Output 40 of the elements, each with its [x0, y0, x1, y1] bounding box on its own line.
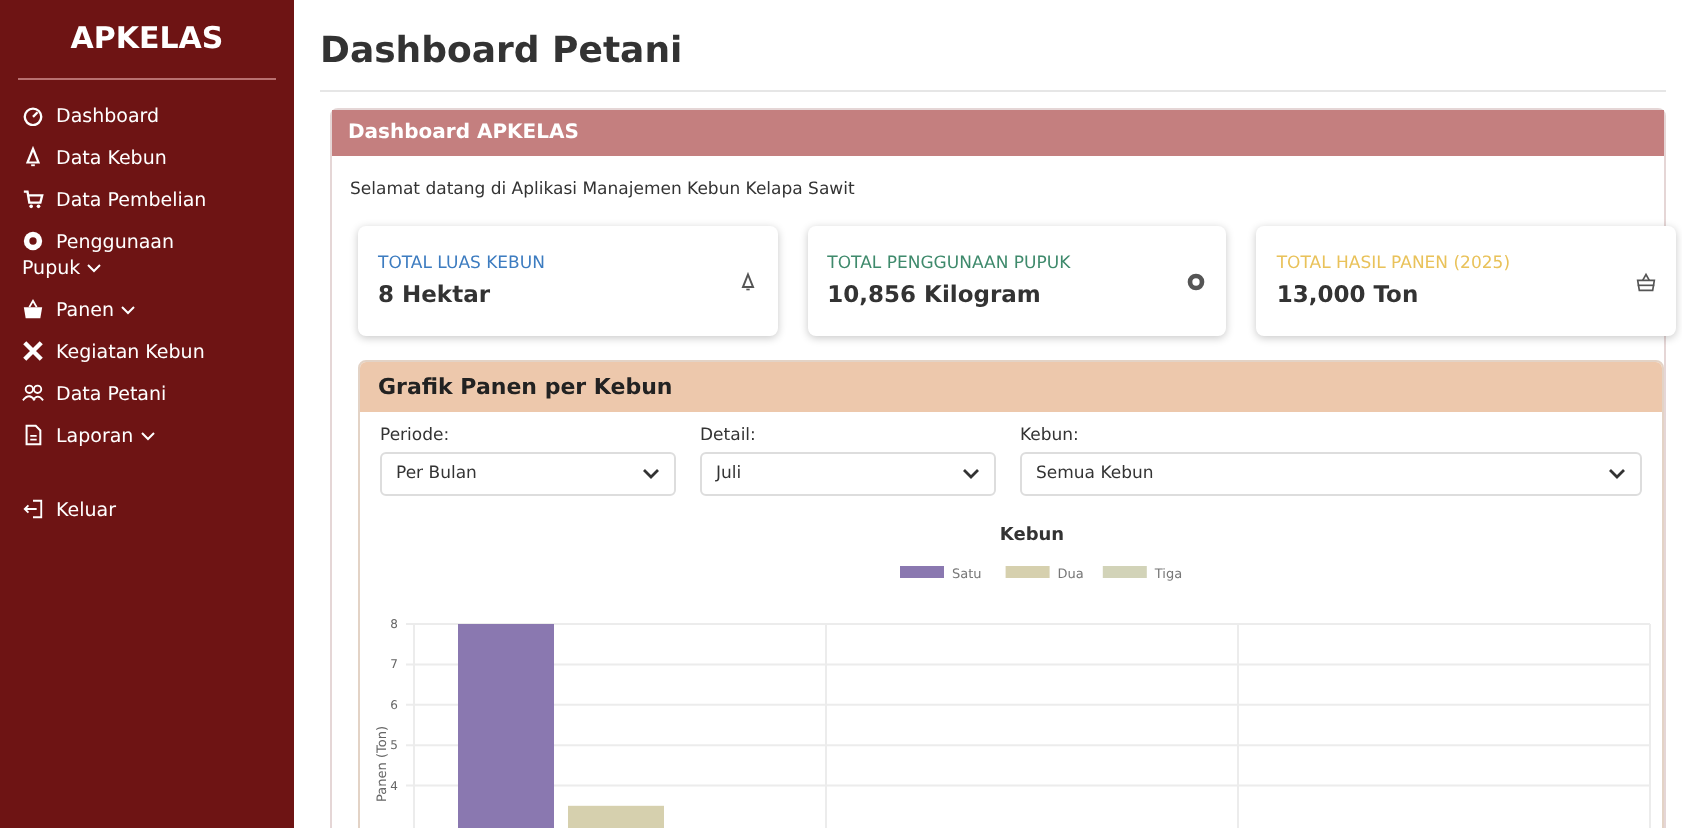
chevron-down-icon: [642, 468, 660, 480]
stat-label: TOTAL PENGGUNAAN PUPUK: [827, 254, 1073, 274]
stat-label: TOTAL HASIL PANEN (2025): [1276, 254, 1513, 274]
logout-link[interactable]: Keluar: [22, 500, 116, 522]
nav-link[interactable]: Dashboard: [22, 106, 160, 128]
stat-value: 10,856 Kilogram: [827, 280, 1043, 308]
nav-link[interactable]: Laporan: [22, 426, 156, 448]
brand-title: APKELAS: [18, 0, 276, 80]
cross-icon: [22, 340, 44, 362]
nav-link[interactable]: Data Pembelian: [22, 190, 207, 212]
target-icon: [1186, 271, 1207, 291]
people-icon: [22, 382, 44, 404]
chart-title: Kebun: [999, 526, 1065, 546]
target-icon: [22, 230, 44, 252]
basket-icon: [22, 298, 44, 320]
panel-header: Grafik Panen per Kebun: [360, 362, 1662, 412]
page-title: Dashboard Petani: [320, 0, 1666, 92]
nav-link[interactable]: Kegiatan Kebun: [22, 342, 205, 364]
chevron-down-icon: [962, 468, 980, 480]
field-label: Detail:: [700, 426, 758, 446]
panel-header: Dashboard APKELAS: [332, 110, 1664, 156]
basket-icon: [1636, 271, 1657, 291]
nav-link[interactable]: Data Petani: [22, 384, 167, 406]
field-label: Kebun:: [1020, 426, 1081, 446]
field-label: Periode:: [380, 426, 452, 446]
stat-label: TOTAL LUAS KEBUN: [378, 254, 547, 274]
nav-link[interactable]: Panen: [22, 300, 137, 322]
select-field[interactable]: Semua Kebun: [1020, 452, 1642, 496]
exit-icon: [22, 498, 44, 520]
nav-link[interactable]: Penggunaan Pupuk: [22, 230, 202, 282]
nav-link[interactable]: Data Kebun: [22, 148, 167, 170]
select-field[interactable]: Juli: [700, 452, 996, 496]
document-icon: [22, 424, 44, 446]
select-field[interactable]: Per Bulan: [380, 452, 676, 496]
stat-value: 8 Hektar: [378, 280, 493, 308]
stat-value: 13,000 Ton: [1276, 280, 1421, 308]
chevron-down-icon: [1608, 468, 1626, 480]
welcome-text: Selamat datang di Aplikasi Manajemen Kebun Kelapa Sawit: [348, 178, 857, 200]
cart-icon: [22, 188, 44, 210]
gauge-icon: [22, 104, 44, 126]
